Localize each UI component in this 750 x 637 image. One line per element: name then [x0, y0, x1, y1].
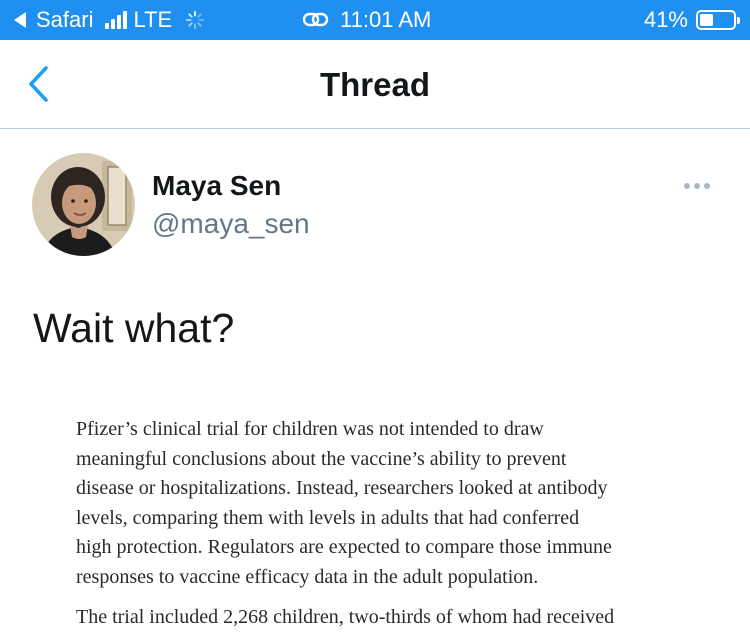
status-right: 41% [643, 7, 740, 32]
page-title: Thread [319, 66, 431, 103]
tweet-attached-image[interactable]: Pfizer’s clinical trial for children was… [0, 388, 750, 637]
back-to-app-icon[interactable] [14, 12, 26, 28]
article-paragraph-2: The trial included 2,268 children, two-t… [76, 603, 696, 633]
screen-mirroring-icon [302, 12, 329, 27]
article-line: responses to vaccine efficacy data in th… [76, 565, 539, 588]
avatar-photo[interactable] [32, 153, 135, 256]
back-to-app-label[interactable]: Safari [36, 7, 93, 33]
article-line: The trial included 2,268 children, two-t… [76, 606, 615, 628]
more-dot [684, 183, 690, 189]
more-dot [704, 183, 710, 189]
user-handle[interactable]: @maya_sen [152, 208, 310, 240]
article-line: meaningful conclusions about the vaccine… [76, 447, 567, 470]
status-left[interactable]: Safari LTE [14, 7, 205, 33]
nav-header: Thread [0, 40, 750, 129]
avatar[interactable] [32, 153, 135, 256]
battery-icon [696, 10, 740, 30]
status-center: 11:01 AM [302, 7, 432, 32]
battery-fill [700, 14, 713, 26]
activity-spinner-icon [186, 11, 205, 29]
cellular-signal-icon [105, 11, 128, 29]
article-line: Pfizer’s clinical trial for children was… [76, 418, 544, 440]
article-line: disease or hospitalizations. Instead, re… [76, 477, 608, 500]
clock: 11:01 AM [340, 7, 432, 32]
display-name[interactable]: Maya Sen [152, 170, 281, 202]
battery-percent: 41% [643, 7, 688, 32]
tweet-text: Wait what? [33, 305, 235, 351]
article-line: levels, comparing them with levels in ad… [76, 506, 580, 529]
article-paragraph-1: Pfizer’s clinical trial for children was… [76, 415, 696, 593]
more-horizontal-icon[interactable] [684, 180, 716, 192]
battery-tip [737, 17, 740, 24]
article-line: high protection. Regulators are expected… [76, 536, 612, 559]
more-dot [694, 183, 700, 189]
status-bar: Safari LTE 11:01 AM 41% [0, 0, 750, 40]
network-type: LTE [133, 7, 173, 32]
